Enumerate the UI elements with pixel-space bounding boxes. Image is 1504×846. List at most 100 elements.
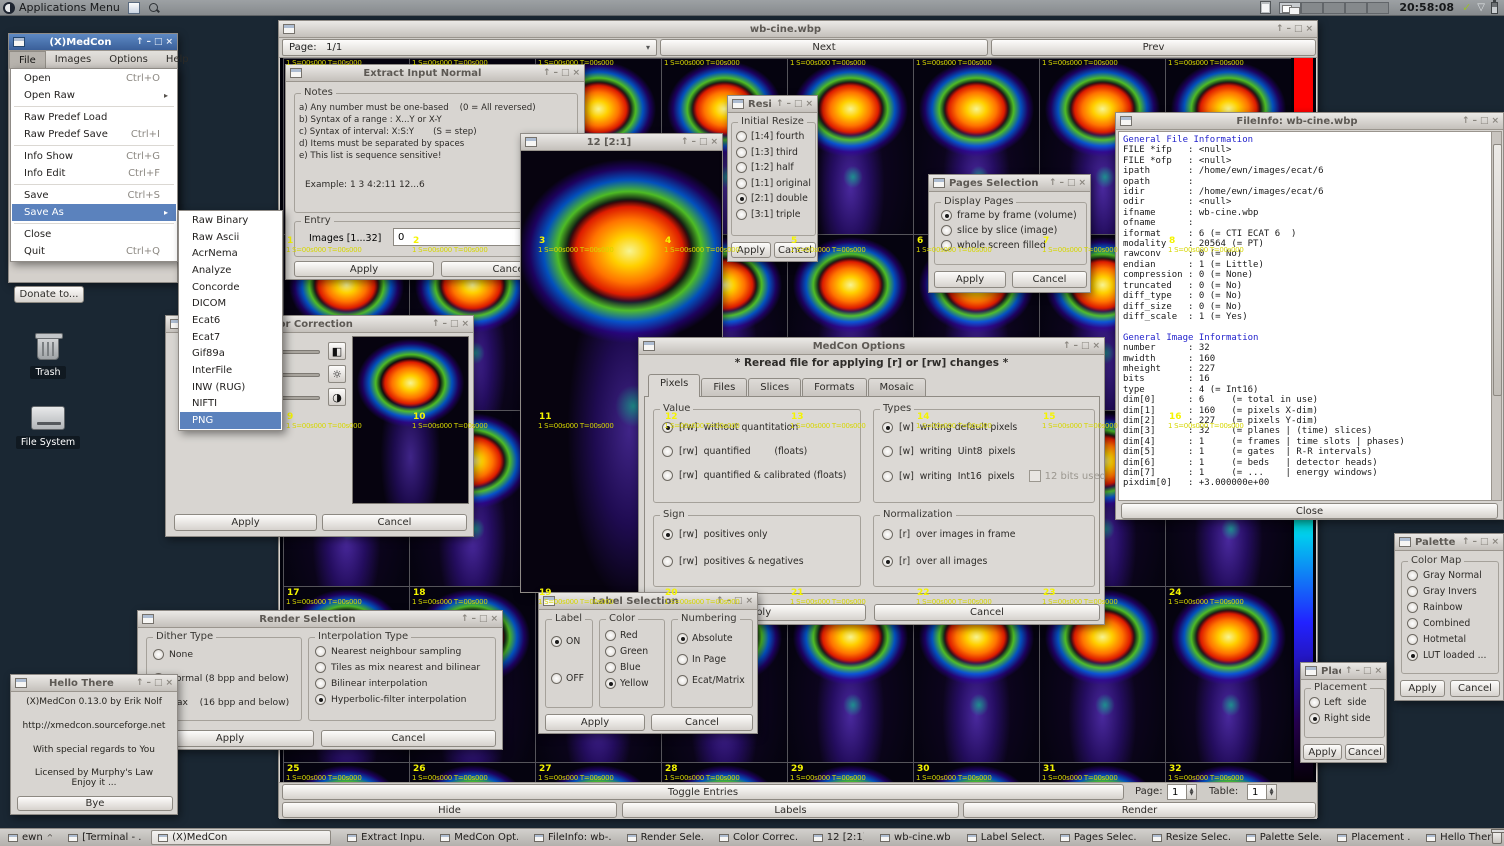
file-manager-icon[interactable] — [128, 2, 140, 14]
resize-option[interactable]: [1:1] original — [736, 178, 815, 189]
taskbar-item[interactable]: Render Sele... — [621, 830, 703, 845]
prev-button[interactable]: Prev — [991, 39, 1316, 56]
close-icon[interactable]: × — [1491, 537, 1499, 547]
taskbar-item[interactable]: Label Select... — [961, 830, 1044, 845]
radio-icon[interactable] — [315, 646, 326, 657]
toggle-entries-button[interactable]: Toggle Entries — [282, 784, 1124, 800]
placement-option[interactable]: Right side — [1309, 713, 1384, 724]
shade-icon[interactable]: ↑ — [543, 68, 551, 78]
resize-option[interactable]: [1:4] fourth — [736, 131, 815, 142]
close-icon[interactable]: × — [572, 68, 580, 78]
shade-icon[interactable]: ↑ — [1462, 537, 1470, 547]
fileinfo-close-button[interactable]: Close — [1121, 503, 1498, 519]
radio-icon[interactable] — [1309, 697, 1320, 708]
palette-option[interactable]: LUT loaded ... — [1407, 650, 1498, 661]
options-tab[interactable]: Formats — [802, 378, 866, 397]
radio-icon[interactable] — [736, 131, 747, 142]
fileinfo-titlebar[interactable]: FileInfo: wb-cine.wbp ↑–□× — [1116, 113, 1503, 130]
sign-option[interactable]: [rw] positives & negatives — [662, 556, 860, 567]
colorcorr-apply-button[interactable]: Apply — [174, 514, 317, 531]
hello-titlebar[interactable]: Hello There ↑–□× — [11, 675, 177, 692]
network-icon[interactable]: ▽ — [1477, 2, 1485, 13]
resize-titlebar[interactable]: Resize Selection ↑–□× — [728, 96, 817, 113]
saveas-menu-item[interactable]: Raw Ascii — [180, 229, 281, 246]
saveas-menu-item[interactable]: Ecat7 — [180, 329, 281, 346]
close-icon[interactable]: × — [461, 319, 469, 329]
table-spinner[interactable]: 1 ▲▼ — [1247, 784, 1277, 800]
palette-apply-button[interactable]: Apply — [1400, 680, 1445, 697]
options-tab[interactable]: Files — [701, 378, 747, 397]
normalization-option[interactable]: [r] over images in frame — [882, 529, 1094, 540]
colorcorr-cancel-button[interactable]: Cancel — [322, 514, 467, 531]
minimize-icon[interactable]: – — [146, 37, 151, 47]
maximize-icon[interactable]: □ — [699, 137, 708, 147]
bye-button[interactable]: Bye — [17, 796, 173, 811]
applications-menu-button[interactable]: Applications Menu — [19, 1, 120, 14]
radio-icon[interactable] — [736, 178, 747, 189]
taskbar-item[interactable]: Pages Selec... — [1054, 830, 1136, 845]
taskbar-item[interactable]: Color Correc... — [713, 830, 797, 845]
minimize-icon[interactable]: – — [1472, 537, 1477, 547]
shade-icon[interactable]: ↑ — [136, 678, 144, 688]
radio-icon[interactable] — [882, 471, 893, 482]
frame12-titlebar[interactable]: 12 [2:1] ↑–□× — [521, 134, 722, 151]
maximize-icon[interactable]: □ — [154, 678, 163, 688]
taskbar-item[interactable]: ewn ^ — [2, 830, 52, 845]
taskbar-item[interactable]: Resize Selec... — [1146, 830, 1230, 845]
palette-cancel-button[interactable]: Cancel — [1450, 680, 1500, 697]
file-menu-item[interactable]: Raw Predef Save Ctrl+I — [12, 126, 176, 143]
shade-icon[interactable]: ↑ — [681, 137, 689, 147]
taskbar-item[interactable]: FileInfo: wb-... — [528, 830, 611, 845]
pages-apply-button[interactable]: Apply — [934, 271, 1006, 288]
minimize-icon[interactable]: – — [1355, 666, 1360, 676]
value-option[interactable]: [rw] quantified (floats) — [662, 446, 860, 457]
taskbar-trash-icon[interactable] — [1492, 831, 1502, 844]
maximize-icon[interactable]: □ — [1363, 666, 1372, 676]
value-option[interactable]: [rw] quantified & calibrated (floats) — [662, 470, 860, 481]
numbering-option[interactable]: In Page — [677, 654, 752, 665]
minimize-icon[interactable]: – — [1286, 24, 1291, 34]
file-menu-item[interactable]: Raw Predef Load — [12, 109, 176, 126]
radio-icon[interactable] — [551, 636, 562, 647]
palette-option[interactable]: Hotmetal — [1407, 634, 1498, 645]
options-tab[interactable]: Pixels — [648, 374, 700, 397]
file-menu-item[interactable]: Open Ctrl+O — [12, 70, 176, 87]
saveas-menu-item[interactable]: InterFile — [180, 362, 281, 379]
radio-icon[interactable] — [882, 446, 893, 457]
workspace-5[interactable] — [1367, 2, 1389, 14]
brightness-icon[interactable]: ☼ — [328, 365, 346, 383]
taskbar-item[interactable]: MedCon Opt... — [434, 830, 518, 845]
options-tab[interactable]: Mosaic — [868, 378, 926, 397]
file-menu-item[interactable]: Save As ▸ — [12, 204, 176, 221]
menubar-item[interactable]: Help — [157, 51, 198, 68]
close-icon[interactable]: × — [490, 614, 498, 624]
desktop-icon-trash[interactable]: Trash — [8, 336, 88, 379]
color-option[interactable]: Yellow — [605, 678, 664, 689]
radio-icon[interactable] — [736, 162, 747, 173]
maximize-icon[interactable]: □ — [450, 319, 459, 329]
radio-icon[interactable] — [677, 675, 688, 686]
palette-option[interactable]: Gray Normal — [1407, 570, 1498, 581]
menubar-item[interactable]: Options — [100, 51, 157, 68]
radio-icon[interactable] — [1407, 570, 1418, 581]
maximize-icon[interactable]: □ — [1067, 178, 1076, 188]
saveas-menu-item[interactable]: PNG — [180, 412, 281, 429]
radio-icon[interactable] — [662, 556, 673, 567]
radio-icon[interactable] — [662, 470, 673, 481]
saveas-menu-item[interactable]: NIFTI — [180, 396, 281, 413]
bits-checkbox[interactable]: 12 bits used — [1029, 470, 1106, 482]
minimize-icon[interactable]: – — [786, 99, 791, 109]
saveas-menu-item[interactable]: INW (RUG) — [180, 379, 281, 396]
close-icon[interactable]: × — [1092, 341, 1100, 351]
close-icon[interactable]: × — [165, 678, 173, 688]
radio-icon[interactable] — [551, 673, 562, 684]
radio-icon[interactable] — [605, 646, 616, 657]
types-option[interactable]: [w] writing Uint8 pixels — [882, 446, 1094, 457]
shade-icon[interactable]: ↑ — [1276, 24, 1284, 34]
shade-icon[interactable]: ↑ — [432, 319, 440, 329]
fileinfo-scrollbar[interactable] — [1491, 131, 1502, 501]
menubar-item[interactable]: File — [9, 51, 46, 68]
radio-icon[interactable] — [677, 654, 688, 665]
pages-option[interactable]: frame by frame (volume) — [941, 210, 1086, 221]
shade-icon[interactable]: ↑ — [776, 99, 784, 109]
